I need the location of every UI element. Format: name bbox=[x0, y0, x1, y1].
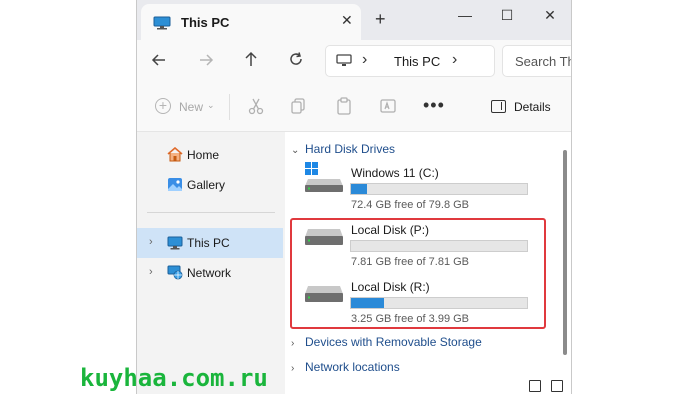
arrow-left-icon[interactable] bbox=[151, 52, 167, 68]
arrow-up-icon[interactable] bbox=[243, 51, 259, 67]
tiles-view-icon[interactable] bbox=[551, 380, 563, 392]
watermark-text: kuyhaa.com.ru bbox=[80, 364, 268, 392]
drive-free-space: 72.4 GB free of 79.8 GB bbox=[351, 199, 470, 211]
group-title: Network locations bbox=[305, 360, 400, 374]
arrow-right-icon[interactable] bbox=[198, 52, 214, 68]
close-window-icon[interactable]: ✕ bbox=[538, 7, 562, 24]
more-options-icon[interactable]: ••• bbox=[423, 95, 445, 116]
new-tab-icon[interactable]: + bbox=[375, 10, 386, 28]
details-pane-icon[interactable] bbox=[491, 100, 506, 113]
gallery-icon bbox=[168, 178, 182, 191]
group-removable-storage[interactable]: › Devices with Removable Storage bbox=[291, 335, 482, 349]
command-bar: + New ⌄ ••• Details bbox=[137, 82, 571, 132]
drive-usage-fill bbox=[351, 298, 385, 308]
expand-chevron-icon[interactable]: › bbox=[149, 236, 153, 248]
drive-usage-fill bbox=[351, 184, 367, 194]
search-placeholder: Search Th bbox=[515, 54, 572, 69]
tab-this-pc[interactable]: This PC ✕ bbox=[141, 4, 361, 40]
group-network-locations[interactable]: › Network locations bbox=[291, 360, 400, 374]
add-icon[interactable]: + bbox=[155, 98, 171, 114]
vertical-scrollbar[interactable] bbox=[563, 150, 567, 355]
drive-free-space: 3.25 GB free of 3.99 GB bbox=[351, 313, 470, 325]
drive-icon bbox=[305, 229, 343, 245]
maximize-icon[interactable]: ☐ bbox=[495, 7, 519, 24]
chevron-down-icon[interactable]: ⌄ bbox=[207, 100, 215, 111]
drive-item[interactable]: Local Disk (R:) 3.25 GB free of 3.99 GB bbox=[293, 280, 543, 336]
collapse-chevron-icon[interactable]: ⌄ bbox=[291, 145, 305, 156]
sidebar-item-home[interactable]: Home bbox=[137, 140, 283, 170]
network-icon bbox=[167, 265, 183, 280]
monitor-icon bbox=[336, 54, 352, 66]
breadcrumb-this-pc[interactable]: This PC bbox=[394, 54, 440, 69]
drive-usage-bar bbox=[350, 297, 528, 309]
sidebar-item-network[interactable]: › Network bbox=[137, 258, 283, 288]
expand-chevron-icon[interactable]: › bbox=[291, 338, 305, 349]
expand-chevron-icon[interactable]: › bbox=[291, 363, 305, 374]
paste-icon[interactable] bbox=[335, 97, 353, 115]
group-hard-disk-drives[interactable]: ⌄ Hard Disk Drives bbox=[291, 142, 395, 156]
breadcrumb-chevron-icon[interactable]: › bbox=[362, 51, 367, 69]
toolbar-divider bbox=[229, 94, 230, 120]
screenshot-stage: This PC ✕ + — ☐ ✕ › This PC › Search Th … bbox=[0, 0, 700, 394]
sidebar-item-gallery[interactable]: Gallery bbox=[137, 170, 283, 200]
address-bar[interactable]: › This PC › bbox=[325, 45, 495, 77]
group-title: Hard Disk Drives bbox=[305, 142, 396, 156]
drive-usage-bar bbox=[350, 183, 528, 195]
refresh-icon[interactable] bbox=[288, 51, 304, 67]
drive-item[interactable]: Windows 11 (C:) 72.4 GB free of 79.8 GB bbox=[293, 162, 543, 222]
sidebar-item-this-pc[interactable]: › This PC bbox=[137, 228, 283, 258]
list-view-icon[interactable] bbox=[529, 380, 541, 392]
navigation-pane: Home Gallery › This PC › Network bbox=[137, 132, 285, 394]
cut-icon[interactable] bbox=[247, 97, 265, 115]
home-icon bbox=[167, 147, 183, 162]
copy-icon[interactable] bbox=[290, 97, 308, 115]
sidebar-item-label: This PC bbox=[187, 236, 230, 250]
drive-name: Local Disk (P:) bbox=[351, 223, 430, 237]
windows-drive-icon bbox=[305, 162, 343, 192]
navigation-bar: › This PC › Search Th bbox=[137, 40, 572, 82]
breadcrumb-chevron-icon[interactable]: › bbox=[452, 51, 457, 69]
computer-icon bbox=[167, 236, 183, 250]
content-pane: ⌄ Hard Disk Drives Windows 11 (C:) 72.4 G… bbox=[285, 132, 571, 394]
drive-usage-bar bbox=[350, 240, 528, 252]
computer-icon bbox=[153, 16, 171, 30]
tab-title: This PC bbox=[181, 15, 230, 30]
drive-name: Windows 11 (C:) bbox=[351, 166, 439, 180]
expand-chevron-icon[interactable]: › bbox=[149, 266, 153, 278]
details-button[interactable]: Details bbox=[514, 100, 551, 114]
sidebar-item-label: Home bbox=[187, 148, 220, 162]
minimize-icon[interactable]: — bbox=[453, 7, 477, 23]
search-input[interactable]: Search Th bbox=[502, 45, 572, 77]
title-bar: This PC ✕ + — ☐ ✕ bbox=[137, 0, 571, 40]
sidebar-divider bbox=[147, 212, 275, 213]
file-explorer-window: This PC ✕ + — ☐ ✕ › This PC › Search Th … bbox=[136, 0, 572, 394]
group-title: Devices with Removable Storage bbox=[305, 335, 482, 349]
rename-icon[interactable] bbox=[379, 97, 397, 115]
sidebar-item-label: Network bbox=[187, 266, 232, 280]
drive-item[interactable]: Local Disk (P:) 7.81 GB free of 7.81 GB bbox=[293, 223, 543, 279]
sidebar-item-label: Gallery bbox=[187, 178, 226, 192]
drive-free-space: 7.81 GB free of 7.81 GB bbox=[351, 256, 470, 268]
close-tab-icon[interactable]: ✕ bbox=[341, 12, 353, 29]
drive-name: Local Disk (R:) bbox=[351, 280, 430, 294]
new-button[interactable]: New bbox=[179, 100, 203, 114]
drive-icon bbox=[305, 286, 343, 302]
